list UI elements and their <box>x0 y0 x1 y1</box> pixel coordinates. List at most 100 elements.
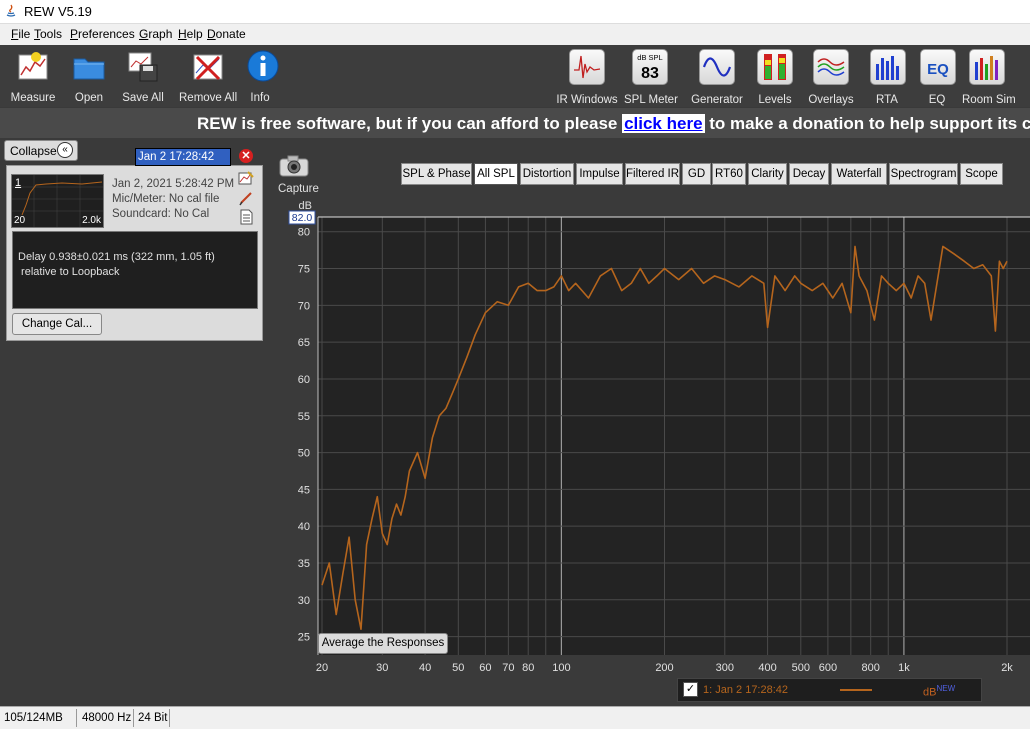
window-title: REW V5.19 <box>24 4 92 19</box>
spl-meter-button[interactable]: dB SPL 83 SPL Meter <box>624 49 676 106</box>
room-sim-icon <box>969 49 1005 85</box>
status-separator <box>169 709 170 727</box>
banner-text: REW is free software, but if you can aff… <box>197 114 1030 134</box>
legend-unit-text: dB <box>923 687 936 699</box>
tab-clarity[interactable]: Clarity <box>748 163 787 185</box>
donation-banner: REW is free software, but if you can aff… <box>0 108 1030 138</box>
collapse-button[interactable]: Collapse « <box>4 140 78 161</box>
delay-line-2: relative to Loopback <box>18 266 120 278</box>
graph-edit-icon[interactable] <box>238 170 254 186</box>
donate-link[interactable]: click here <box>622 114 704 133</box>
capture-button[interactable]: Capture <box>278 154 310 195</box>
ir-windows-button[interactable]: IR Windows <box>556 49 618 106</box>
folder-icon <box>72 49 106 83</box>
soundcard-info: Soundcard: No Cal <box>112 208 209 220</box>
ir-windows-icon <box>569 49 605 85</box>
spl-meter-label: SPL Meter <box>624 94 676 106</box>
svg-text:dB SPL: dB SPL <box>637 53 662 62</box>
bit-depth: 24 Bit <box>138 712 167 724</box>
room-sim-button[interactable]: Room Sim <box>962 49 1012 106</box>
change-cal-button[interactable]: Change Cal... <box>12 313 102 335</box>
legend-checkbox[interactable]: ✓ <box>683 682 698 697</box>
save-all-button[interactable]: Save All <box>120 49 166 104</box>
remove-measurement-icon[interactable]: ✕ <box>239 149 253 163</box>
delay-line-1: Delay 0.938±0.021 ms (322 mm, 1.05 ft) <box>18 251 215 263</box>
rta-button[interactable]: RTA <box>870 49 904 106</box>
menu-preferences[interactable]: Preferences <box>70 27 135 41</box>
legend-line-swatch <box>840 689 872 691</box>
generator-label: Generator <box>690 94 744 106</box>
levels-icon <box>757 49 793 85</box>
pencil-icon[interactable] <box>238 190 254 206</box>
chevron-left-double-icon: « <box>57 142 73 158</box>
status-separator <box>133 709 134 727</box>
tab-scope[interactable]: Scope <box>960 163 1003 185</box>
chart-legend: ✓ 1: Jan 2 17:28:42 dBNEW <box>677 678 982 702</box>
delay-info-box: Delay 0.938±0.021 ms (322 mm, 1.05 ft) r… <box>12 231 258 309</box>
thumb-xmax: 2.0k <box>82 215 101 226</box>
tab-spl-phase[interactable]: SPL & Phase <box>401 163 472 185</box>
tab-all-spl[interactable]: All SPL <box>474 163 518 185</box>
legend-unit: dBNEW <box>923 684 955 699</box>
capture-label: Capture <box>278 183 310 195</box>
info-icon <box>246 49 280 83</box>
measurement-index: 1 <box>15 177 21 189</box>
overlays-label: Overlays <box>808 94 854 106</box>
overlays-icon <box>813 49 849 85</box>
mic-meter-info: Mic/Meter: No cal file <box>112 193 219 205</box>
tab-distortion[interactable]: Distortion <box>520 163 574 185</box>
measurement-date: Jan 2, 2021 5:28:42 PM <box>112 178 234 190</box>
menu-bar: File Tools Preferences Graph Help Donate <box>0 24 1030 45</box>
toolbar: Measure Open Save All Remove All Inf <box>0 45 1030 107</box>
sample-rate: 48000 Hz <box>82 712 131 724</box>
tab-gd[interactable]: GD <box>682 163 711 185</box>
levels-label: Levels <box>757 94 793 106</box>
eq-icon: EQ <box>920 49 956 85</box>
generator-icon <box>699 49 735 85</box>
tab-rt60[interactable]: RT60 <box>712 163 746 185</box>
tab-decay[interactable]: Decay <box>789 163 829 185</box>
legend-unit-sup: NEW <box>936 684 955 693</box>
info-label: Info <box>246 92 274 104</box>
camera-icon <box>278 154 310 178</box>
banner-pre: REW is free software, but if you can aff… <box>197 114 622 133</box>
save-all-icon <box>126 49 160 83</box>
open-button[interactable]: Open <box>70 49 108 104</box>
rta-label: RTA <box>870 94 904 106</box>
svg-text:83: 83 <box>641 65 659 82</box>
measurement-thumbnail[interactable]: 1 20 2.0k <box>11 174 104 228</box>
rta-icon <box>870 49 906 85</box>
ir-windows-label: IR Windows <box>556 94 618 106</box>
levels-button[interactable]: Levels <box>757 49 793 106</box>
menu-donate[interactable]: Donate <box>207 27 246 41</box>
measure-button[interactable]: Measure <box>10 49 56 104</box>
notes-icon[interactable] <box>238 209 254 225</box>
info-button[interactable]: Info <box>246 49 274 104</box>
save-all-label: Save All <box>120 92 166 104</box>
tab-filtered-ir[interactable]: Filtered IR <box>625 163 680 185</box>
eq-button[interactable]: EQ EQ <box>920 49 954 106</box>
tab-waterfall[interactable]: Waterfall <box>831 163 887 185</box>
remove-all-icon <box>191 49 225 83</box>
overlays-button[interactable]: Overlays <box>808 49 854 106</box>
banner-post: to make a donation to help support its c… <box>705 114 1030 133</box>
menu-help[interactable]: Help <box>178 27 203 41</box>
measure-icon <box>16 49 50 83</box>
measurement-name-field[interactable]: Jan 2 17:28:42 <box>135 148 231 166</box>
menu-tools[interactable]: Tools <box>34 27 62 41</box>
tab-impulse[interactable]: Impulse <box>576 163 623 185</box>
menu-graph[interactable]: Graph <box>139 27 172 41</box>
generator-button[interactable]: Generator <box>690 49 744 106</box>
eq-label: EQ <box>920 94 954 106</box>
average-responses-button[interactable]: Average the Responses <box>318 633 448 654</box>
tab-spectrogram[interactable]: Spectrogram <box>889 163 958 185</box>
spl-meter-icon: dB SPL 83 <box>632 49 668 85</box>
status-bar: 105/124MB 48000 Hz 24 Bit <box>0 706 1030 729</box>
menu-file[interactable]: File <box>11 27 30 41</box>
java-app-icon <box>4 4 18 18</box>
remove-all-label: Remove All <box>179 92 237 104</box>
memory-usage: 105/124MB <box>4 712 63 724</box>
svg-text:EQ: EQ <box>927 61 949 78</box>
status-separator <box>76 709 77 727</box>
remove-all-button[interactable]: Remove All <box>179 49 237 104</box>
